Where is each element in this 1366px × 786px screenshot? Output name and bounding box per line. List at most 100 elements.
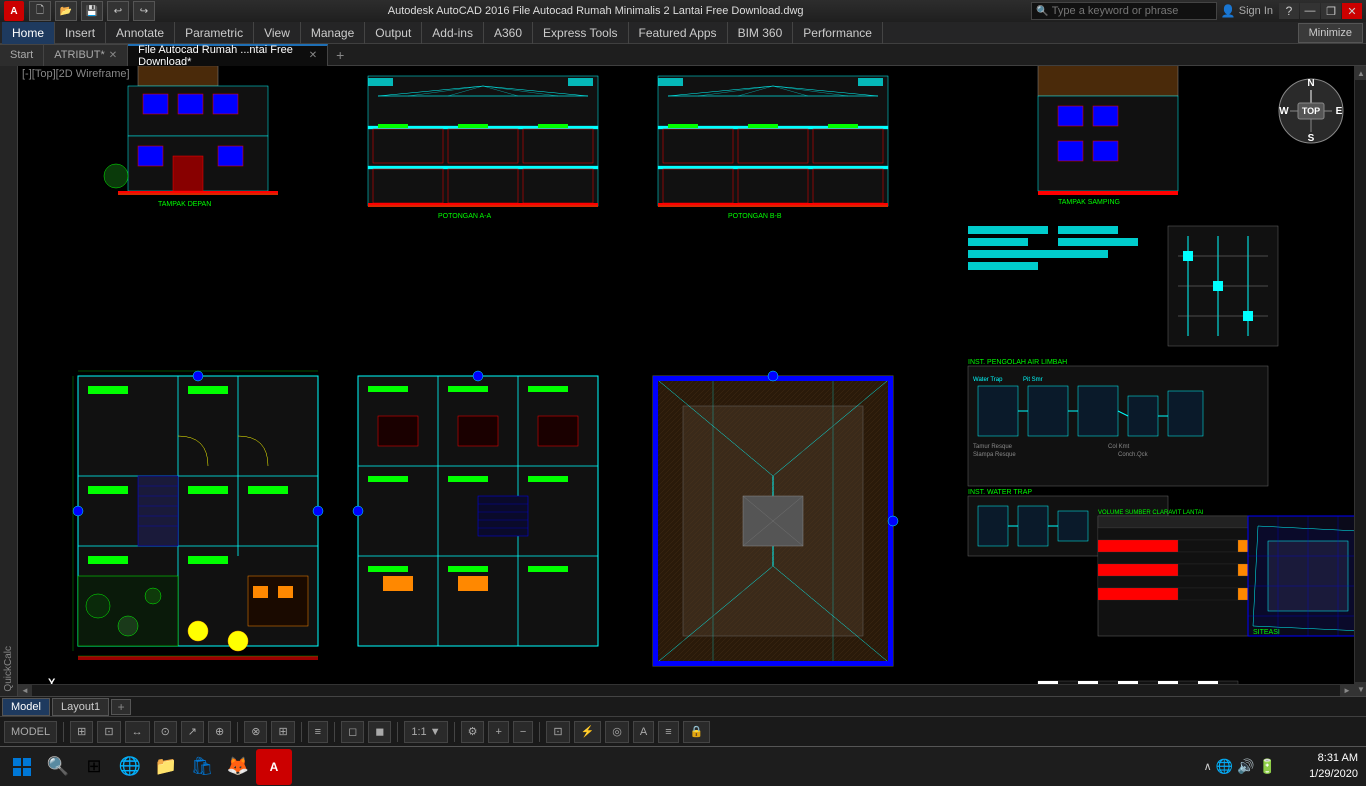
doc-tab-start[interactable]: Start bbox=[0, 44, 44, 66]
doc-tab-add-button[interactable]: + bbox=[328, 45, 352, 65]
ipal-diagram: INST. PENGOLAH AIR LIMBAH Water Trap Pit… bbox=[968, 359, 1268, 486]
tab-home[interactable]: Home bbox=[2, 22, 55, 44]
tray-volume-icon[interactable]: 🔊 bbox=[1237, 758, 1254, 775]
cad-drawing[interactable]: TAMPAK DEPAN bbox=[18, 66, 1366, 696]
ducs-button[interactable]: ⊗ bbox=[244, 721, 267, 743]
tray-network-icon[interactable]: 🌐 bbox=[1216, 758, 1233, 775]
tab-insert[interactable]: Insert bbox=[55, 22, 106, 44]
scroll-left-button[interactable]: ◄ bbox=[18, 685, 32, 697]
drawing-viewport[interactable]: [-][Top][2D Wireframe] N E S W bbox=[18, 66, 1366, 696]
tray-arrow[interactable]: ∧ bbox=[1204, 760, 1212, 773]
hardware-accel-button[interactable]: ⚡ bbox=[574, 721, 602, 743]
snap-display-button[interactable]: ⊡ bbox=[97, 721, 120, 743]
windows-taskbar: 🔍 ⊞ 🌐 📁 🛍 🦊 A ∧ 🌐 🔊 🔋 8:31 AM 1/29/2020 bbox=[0, 746, 1366, 786]
scroll-down-button[interactable]: ▼ bbox=[1355, 682, 1366, 696]
svg-text:W: W bbox=[1279, 106, 1289, 117]
scale-display[interactable]: 1:1 ▼ bbox=[404, 721, 447, 743]
tab-featured-apps[interactable]: Featured Apps bbox=[629, 22, 728, 44]
doc-tab-atribut[interactable]: ATRIBUT* ✕ bbox=[44, 44, 128, 66]
user-icon: 👤 bbox=[1221, 4, 1236, 18]
windows-start-button[interactable] bbox=[4, 749, 40, 785]
restore-window-button[interactable]: ❐ bbox=[1321, 3, 1341, 19]
lw-button[interactable]: ≡ bbox=[308, 721, 328, 743]
svg-text:POTONGAN A-A: POTONGAN A-A bbox=[438, 213, 491, 220]
model-space-button[interactable]: MODEL bbox=[4, 721, 57, 743]
search-input[interactable] bbox=[1052, 5, 1212, 17]
doc-tab-atribut-close[interactable]: ✕ bbox=[109, 50, 117, 61]
svg-text:Slampa Resque: Slampa Resque bbox=[973, 452, 1016, 458]
quick-access-new[interactable]: 🗋 bbox=[29, 1, 51, 21]
tab-parametric[interactable]: Parametric bbox=[175, 22, 254, 44]
tab-addins[interactable]: Add-ins bbox=[422, 22, 484, 44]
svg-text:Conch.Qck: Conch.Qck bbox=[1118, 452, 1149, 458]
tab-a360[interactable]: A360 bbox=[484, 22, 533, 44]
scroll-right-button[interactable]: ► bbox=[1340, 685, 1354, 697]
doc-tab-main[interactable]: File Autocad Rumah ...ntai Free Download… bbox=[128, 44, 328, 66]
tab-view[interactable]: View bbox=[254, 22, 301, 44]
ribbon-tabs-row: Home Insert Annotate Parametric View Man… bbox=[0, 22, 1366, 44]
layout-tab-model[interactable]: Model bbox=[2, 698, 50, 716]
scroll-up-button[interactable]: ▲ bbox=[1355, 66, 1366, 80]
doc-tab-main-close[interactable]: ✕ bbox=[309, 50, 317, 61]
svg-text:TOP: TOP bbox=[1302, 106, 1320, 116]
quick-access-open[interactable]: 📂 bbox=[55, 1, 77, 21]
taskbar-autocad-button[interactable]: A bbox=[256, 749, 292, 785]
settings-button[interactable]: ⚙ bbox=[461, 721, 485, 743]
tab-bim360[interactable]: BIM 360 bbox=[728, 22, 794, 44]
quick-access-redo[interactable]: ↪ bbox=[133, 1, 155, 21]
quick-access-save[interactable]: 💾 bbox=[81, 1, 103, 21]
add-layout-button[interactable]: + bbox=[111, 699, 131, 715]
svg-text:INST. PENGOLAH AIR LIMBAH: INST. PENGOLAH AIR LIMBAH bbox=[968, 359, 1067, 366]
taskbar-firefox-button[interactable]: 🦊 bbox=[220, 749, 256, 785]
tray-battery-icon: 🔋 bbox=[1259, 758, 1276, 775]
plumbing-detail bbox=[1168, 226, 1278, 346]
taskbar-clock[interactable]: 8:31 AM 1/29/2020 bbox=[1309, 751, 1358, 782]
clock-date: 1/29/2020 bbox=[1309, 767, 1358, 782]
snap-grid-button[interactable]: ⊞ bbox=[70, 721, 93, 743]
svg-text:SITEASI: SITEASI bbox=[1253, 629, 1280, 636]
zoom-out-button[interactable]: − bbox=[513, 721, 533, 743]
layout-tab-layout1[interactable]: Layout1 bbox=[52, 698, 109, 716]
otrack-button[interactable]: ⊕ bbox=[208, 721, 231, 743]
doc-tab-main-label: File Autocad Rumah ...ntai Free Download… bbox=[138, 44, 305, 68]
minimize-window-button[interactable]: — bbox=[1300, 3, 1320, 19]
help-button[interactable]: ? bbox=[1279, 3, 1299, 19]
autoscale-button[interactable]: ≡ bbox=[658, 721, 678, 743]
status-separator-1 bbox=[63, 722, 64, 742]
status-separator-2 bbox=[237, 722, 238, 742]
zoom-in-button[interactable]: + bbox=[488, 721, 508, 743]
taskbar-taskview-button[interactable]: ⊞ bbox=[76, 749, 112, 785]
dyn-button[interactable]: ⊞ bbox=[271, 721, 294, 743]
section-bb: POTONGAN B-B bbox=[658, 76, 888, 220]
quick-access-undo[interactable]: ↩ bbox=[107, 1, 129, 21]
isolate-button[interactable]: ◎ bbox=[605, 721, 629, 743]
taskbar-store-button[interactable]: 🛍 bbox=[184, 749, 220, 785]
doc-tab-start-label: Start bbox=[10, 49, 33, 61]
tab-output[interactable]: Output bbox=[365, 22, 422, 44]
tab-manage[interactable]: Manage bbox=[301, 22, 365, 44]
minimize-ribbon-button[interactable]: Minimize bbox=[1298, 23, 1363, 43]
osnap-button[interactable]: ↗ bbox=[181, 721, 204, 743]
annotation-scale-button[interactable]: 🔒 bbox=[683, 721, 711, 743]
tab-performance[interactable]: Performance bbox=[793, 22, 883, 44]
status-separator-7 bbox=[539, 722, 540, 742]
tmod-button[interactable]: ◻ bbox=[341, 721, 364, 743]
annotation-visibility-button[interactable]: A bbox=[633, 721, 654, 743]
polar-button[interactable]: ⊙ bbox=[154, 721, 177, 743]
nav-cube[interactable]: N E S W TOP bbox=[1276, 76, 1346, 146]
workspace-button[interactable]: ⊡ bbox=[546, 721, 569, 743]
sc-button[interactable]: ◼ bbox=[368, 721, 391, 743]
ortho-button[interactable]: ↔ bbox=[125, 721, 150, 743]
sign-in-label[interactable]: Sign In bbox=[1239, 5, 1273, 17]
tab-express-tools[interactable]: Express Tools bbox=[533, 22, 628, 44]
svg-text:TAMPAK SAMPING: TAMPAK SAMPING bbox=[1058, 199, 1120, 206]
tab-annotate[interactable]: Annotate bbox=[106, 22, 175, 44]
taskbar-search-button[interactable]: 🔍 bbox=[40, 749, 76, 785]
section-aa: POTONGAN A-A bbox=[368, 76, 598, 220]
taskbar-edge-button[interactable]: 🌐 bbox=[112, 749, 148, 785]
clock-time: 8:31 AM bbox=[1309, 751, 1358, 766]
close-window-button[interactable]: ✕ bbox=[1342, 3, 1362, 19]
app-icon: A bbox=[4, 1, 24, 21]
site-plan: SITEASI bbox=[1248, 516, 1366, 636]
taskbar-explorer-button[interactable]: 📁 bbox=[148, 749, 184, 785]
